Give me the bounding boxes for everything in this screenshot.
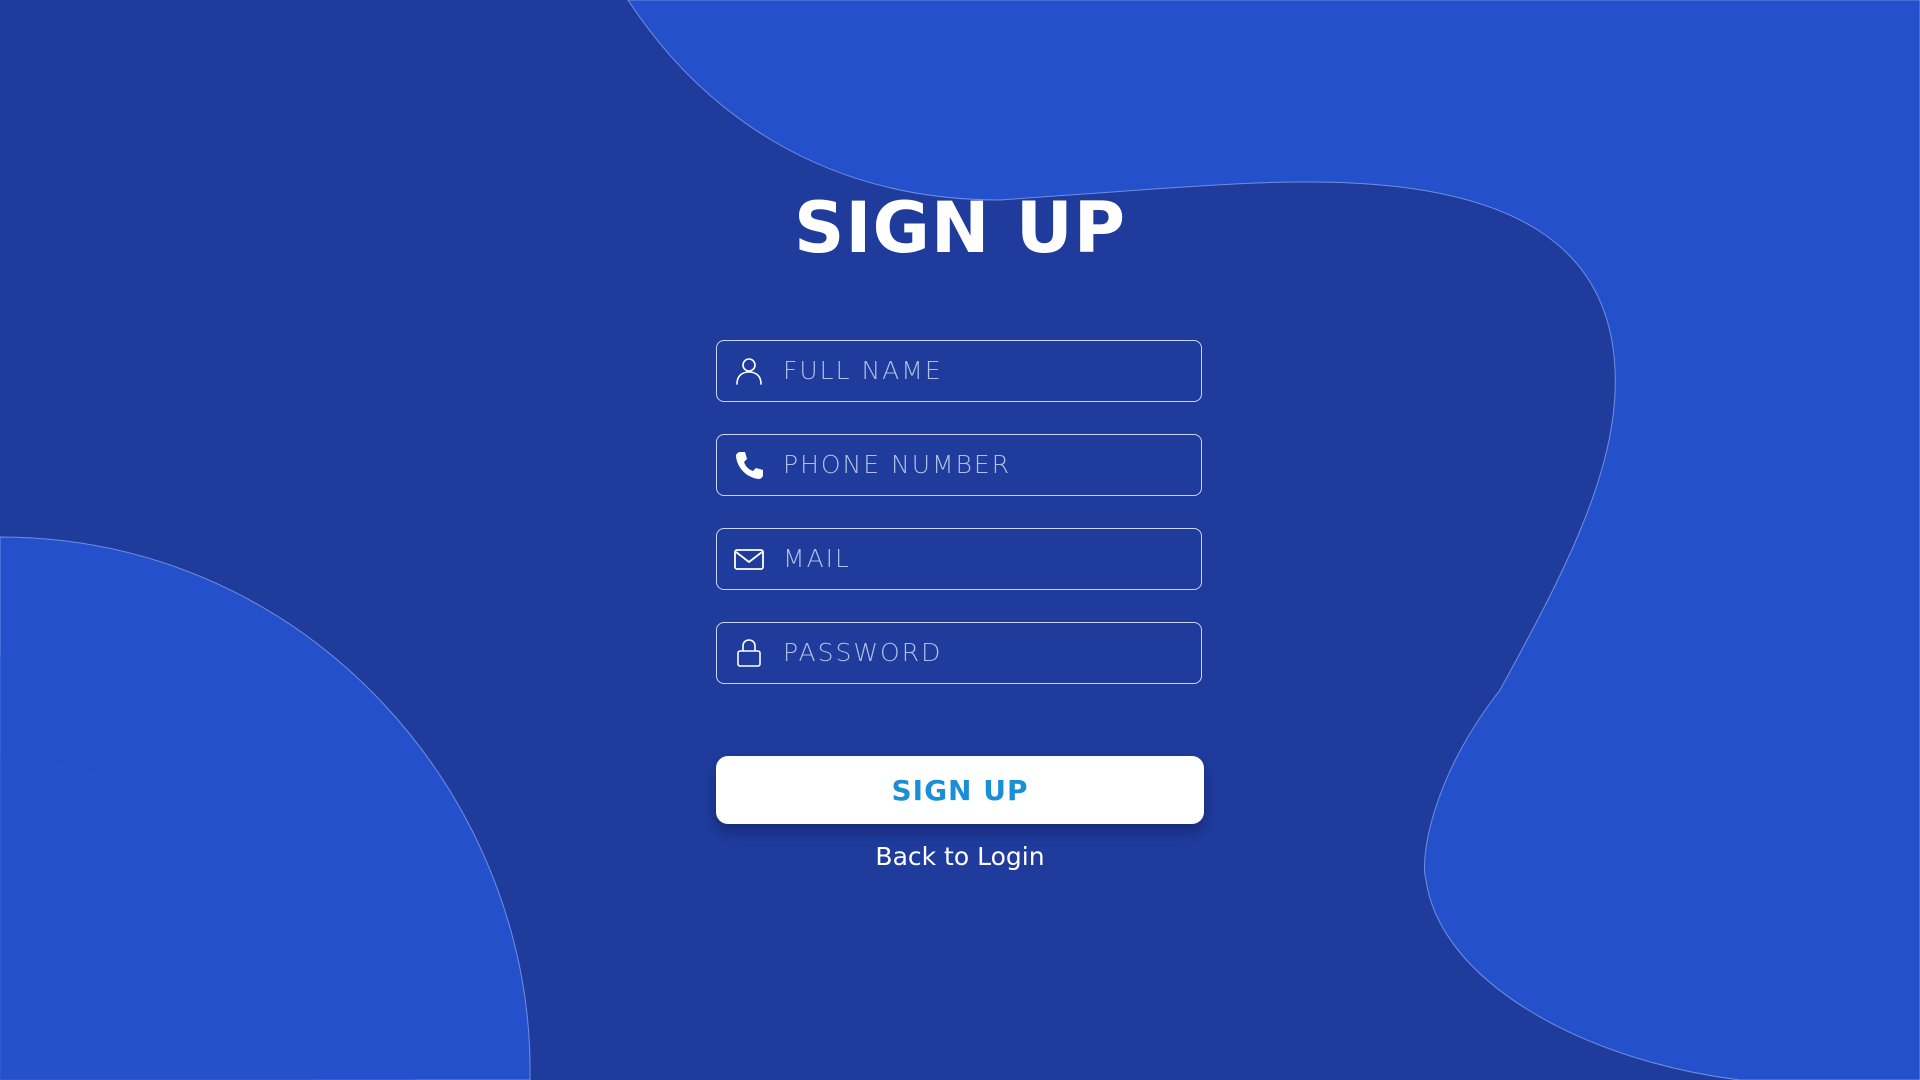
password-field[interactable] <box>716 622 1202 684</box>
user-icon <box>733 355 765 387</box>
back-to-login-link[interactable]: Back to Login <box>0 842 1920 871</box>
phone-number-field[interactable] <box>716 434 1202 496</box>
full-name-input[interactable] <box>783 341 1183 400</box>
full-name-field[interactable] <box>716 340 1202 402</box>
sign-up-button[interactable]: SIGN UP <box>716 756 1204 824</box>
lock-icon <box>733 637 765 669</box>
mail-field[interactable] <box>716 528 1202 590</box>
page-title: SIGN UP <box>793 187 1126 269</box>
phone-icon <box>733 449 765 481</box>
signup-form: SIGN UP FULL NAME PHONE NUMBER MAIL SIGN… <box>0 0 1920 1080</box>
password-input[interactable] <box>783 623 1183 682</box>
phone-number-input[interactable] <box>783 435 1183 494</box>
mail-input[interactable] <box>783 529 1183 588</box>
signup-page: SIGN UP FULL NAME PHONE NUMBER MAIL SIGN… <box>0 0 1920 1080</box>
mail-icon <box>733 543 765 575</box>
